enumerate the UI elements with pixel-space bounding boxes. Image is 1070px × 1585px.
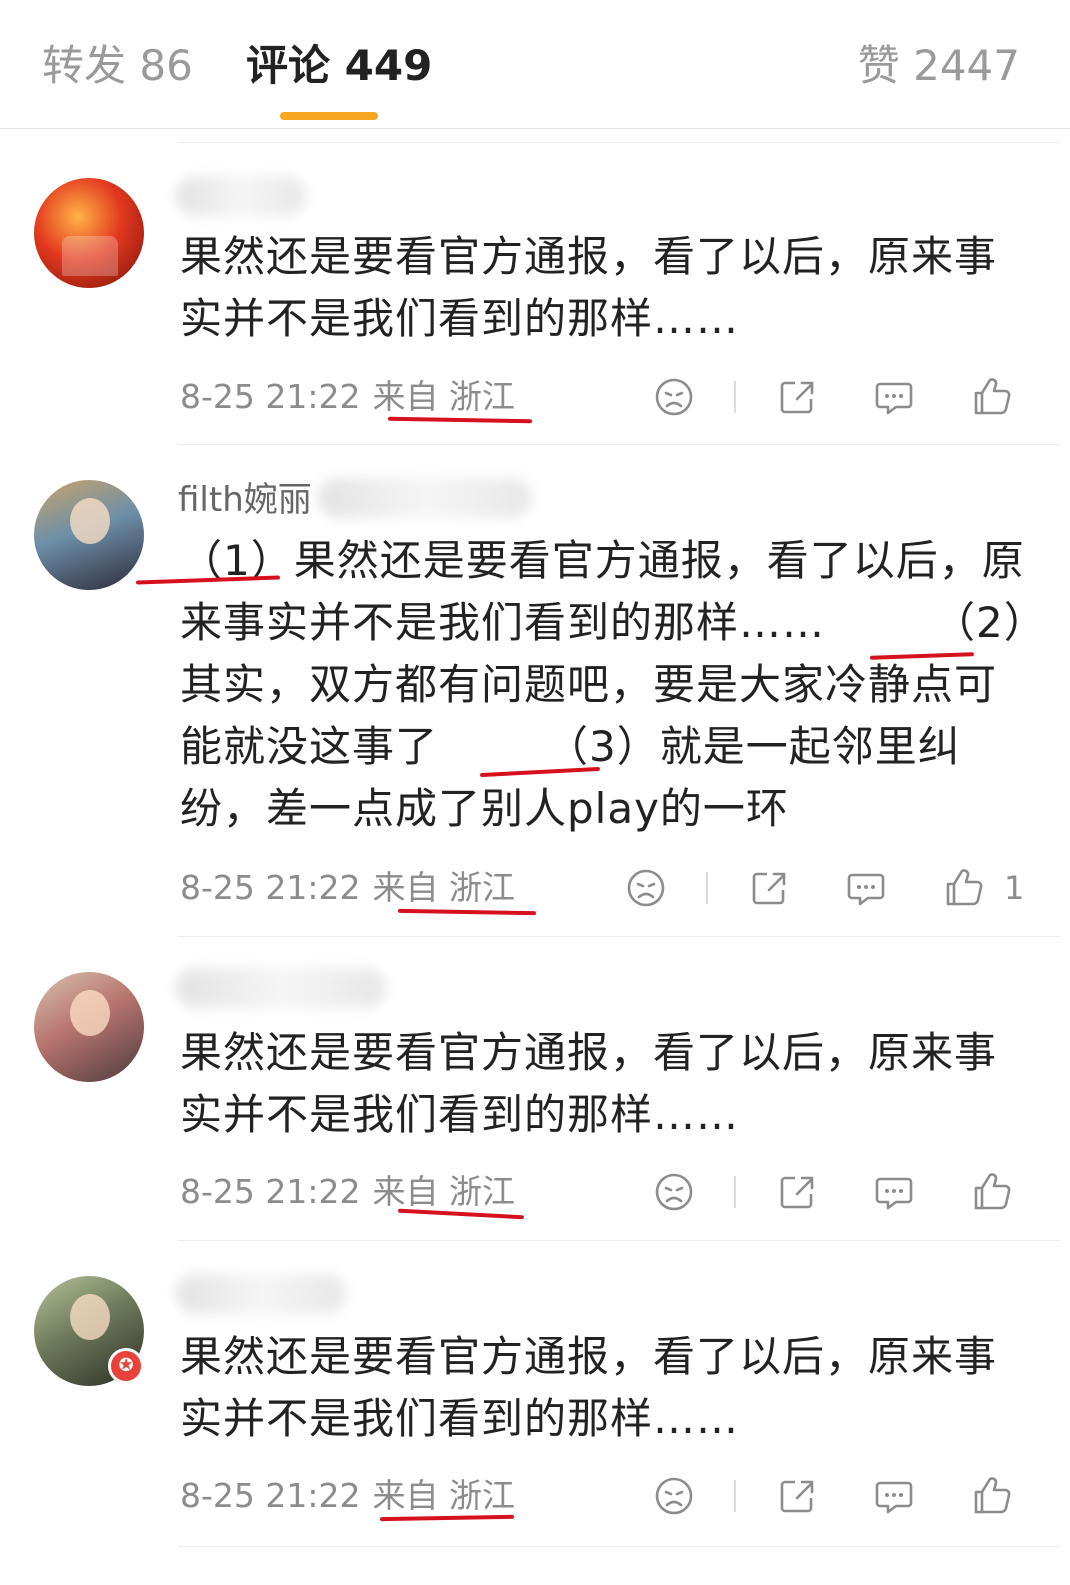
share-icon[interactable] — [775, 375, 819, 419]
tab-like[interactable]: 赞 2447 — [858, 36, 1020, 96]
divider — [178, 142, 1060, 143]
divider — [178, 1546, 1060, 1547]
reply-bubble-icon[interactable] — [872, 1170, 916, 1214]
username-blur-mask — [176, 968, 386, 1008]
share-icon[interactable] — [775, 1474, 819, 1518]
verified-badge-icon: ✪ — [108, 1348, 144, 1384]
comment-text: 果然还是要看官方通报，看了以后，原来事实并不是我们看到的那样…… — [180, 1332, 998, 1443]
divider — [178, 1240, 1060, 1241]
thumbs-up-icon[interactable] — [970, 375, 1014, 419]
avatar-building-shape — [62, 236, 118, 276]
avatar-face-shape — [70, 1294, 110, 1340]
username-blur-mask — [176, 1274, 346, 1314]
tab-repost[interactable]: 转发 86 — [42, 36, 193, 96]
comment-actions: 1 — [0, 866, 1070, 910]
username-blur-mask — [176, 176, 306, 216]
comment-text: （1）果然还是要看官方通报，看了以后，原来事实并不是我们看到的那样…… （2）其… — [180, 536, 1026, 833]
username[interactable]: filth婉丽 — [178, 478, 312, 522]
comment-text: 果然还是要看官方通报，看了以后，原来事实并不是我们看到的那样…… — [180, 232, 998, 343]
reply-bubble-icon[interactable] — [844, 866, 888, 910]
avatar[interactable] — [34, 972, 144, 1082]
share-icon[interactable] — [747, 866, 791, 910]
thumbs-up-icon[interactable] — [970, 1170, 1014, 1214]
divider — [178, 936, 1060, 937]
comment-actions — [0, 1170, 1070, 1214]
username-blur-mask — [318, 478, 532, 518]
action-separator — [734, 1176, 736, 1208]
like-count: 1 — [1004, 869, 1025, 907]
avatar[interactable] — [34, 178, 144, 288]
share-icon[interactable] — [775, 1170, 819, 1214]
active-tab-indicator — [280, 112, 378, 120]
avatar-face-shape — [70, 990, 110, 1036]
comment-text: 果然还是要看官方通报，看了以后，原来事实并不是我们看到的那样…… — [180, 1028, 998, 1139]
avatar[interactable] — [34, 480, 144, 590]
action-separator — [706, 872, 708, 904]
comment-actions — [0, 1474, 1070, 1518]
dislike-face-icon[interactable] — [652, 1474, 696, 1518]
avatar-face-shape — [70, 498, 110, 544]
thumbs-up-icon[interactable] — [942, 866, 986, 910]
dislike-face-icon[interactable] — [624, 866, 668, 910]
comment-actions — [0, 375, 1070, 419]
dislike-face-icon[interactable] — [652, 375, 696, 419]
reply-bubble-icon[interactable] — [872, 375, 916, 419]
comment-tabs: 转发 86 评论 449 赞 2447 — [0, 0, 1070, 129]
reply-bubble-icon[interactable] — [872, 1474, 916, 1518]
divider — [178, 444, 1060, 445]
action-separator — [734, 381, 736, 413]
thumbs-up-icon[interactable] — [970, 1474, 1014, 1518]
action-separator — [734, 1480, 736, 1512]
dislike-face-icon[interactable] — [652, 1170, 696, 1214]
